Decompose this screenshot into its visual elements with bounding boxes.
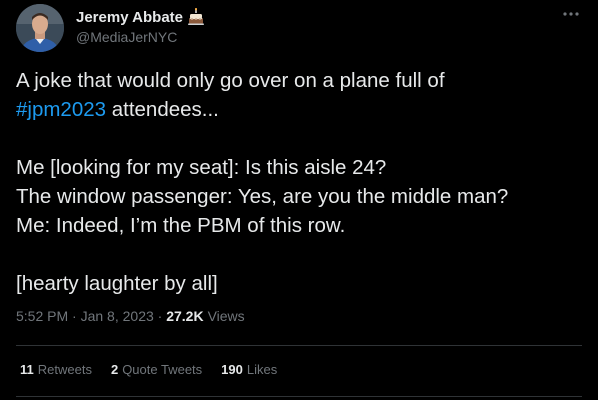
- tweet-line-text: attendees...: [106, 98, 219, 121]
- tweet-line: A joke that would only go over on a plan…: [16, 69, 445, 92]
- tweet-text: A joke that would only go over on a plan…: [16, 66, 586, 298]
- tweet-line: [hearty laughter by all]: [16, 272, 218, 295]
- retweets-label: Retweets: [37, 362, 92, 377]
- tweet-time[interactable]: 5:52 PM: [16, 308, 68, 324]
- tweet-line: #jpm2023 attendees...: [16, 95, 586, 124]
- tweet-date[interactable]: Jan 8, 2023: [81, 308, 154, 324]
- tweet-line: The window passenger: Yes, are you the m…: [16, 185, 509, 208]
- engagement-stats: 11 Retweets 2 Quote Tweets 190 Likes: [20, 362, 296, 377]
- more-dots-icon: [563, 12, 579, 16]
- retweets-count: 11: [20, 362, 34, 377]
- quote-tweets-link[interactable]: 2 Quote Tweets: [111, 362, 202, 377]
- views-label: Views: [207, 308, 245, 324]
- quotes-count: 2: [110, 362, 119, 377]
- likes-count: 190: [221, 362, 243, 377]
- author-handle[interactable]: @MediaJerNYC: [76, 29, 177, 45]
- author-name-text[interactable]: Jeremy Abbate: [76, 9, 183, 26]
- meta-separator: ·: [68, 308, 81, 324]
- tweet-line: Me: Indeed, I’m the PBM of this row.: [16, 214, 346, 237]
- avatar[interactable]: [16, 4, 64, 52]
- retweets-link[interactable]: 11 Retweets: [20, 362, 92, 377]
- more-options-button[interactable]: [560, 6, 582, 22]
- meta-separator: ·: [153, 308, 167, 324]
- tweet-meta: 5:52 PM · Jan 8, 2023 · 27.2K Views: [16, 308, 245, 324]
- likes-label: Likes: [246, 362, 278, 377]
- author-name[interactable]: Jeremy Abbate: [76, 7, 205, 26]
- hashtag-link[interactable]: #jpm2023: [16, 98, 106, 121]
- birthday-cake-icon: [187, 7, 205, 26]
- tweet-line: Me [looking for my seat]: Is this aisle …: [16, 156, 387, 179]
- quotes-label: Quote Tweets: [122, 362, 203, 377]
- divider: [16, 396, 582, 397]
- views-count: 27.2K: [166, 308, 204, 324]
- tweet-detail: Jeremy Abbate @MediaJerNYC A joke that w…: [0, 0, 598, 400]
- divider: [16, 345, 582, 346]
- likes-link[interactable]: 190 Likes: [221, 362, 277, 377]
